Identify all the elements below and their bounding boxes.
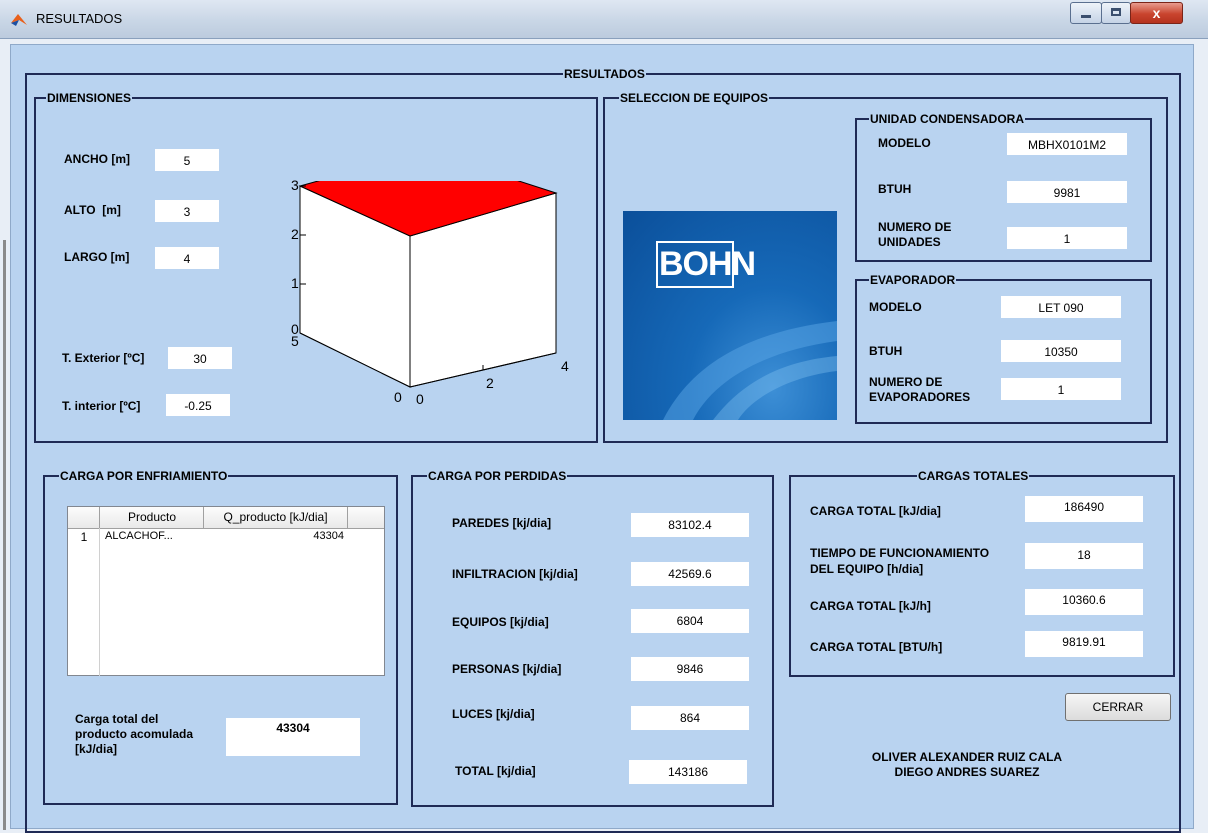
carga-perdidas-panel: CARGA POR PERDIDAS PAREDES [kj/dia] 8310… xyxy=(411,468,774,807)
y-tick-0: 0 xyxy=(416,391,424,407)
evap-num-label-2: EVAPORADORES xyxy=(869,390,971,404)
producto-table[interactable]: Producto Q_producto [kJ/dia] 1 ALCACHOF.… xyxy=(67,506,385,676)
total-producto-label-1: Carga total del xyxy=(75,712,159,726)
maximize-button[interactable] xyxy=(1101,2,1131,24)
luces-label: LUCES [kj/dia] xyxy=(452,707,535,721)
figure-canvas: RESULTADOS DIMENSIONES ANCHO [m] 5 ALTO … xyxy=(10,44,1194,833)
evap-modelo-label: MODELO xyxy=(869,300,922,314)
x-tick-0: 0 xyxy=(394,389,402,405)
close-button[interactable]: x xyxy=(1130,2,1183,24)
close-icon: x xyxy=(1152,5,1161,21)
paredes-field[interactable]: 83102.4 xyxy=(631,513,749,537)
z-tick-1: 1 xyxy=(291,275,299,291)
row-header-column xyxy=(68,528,100,676)
resultados-title: RESULTADOS xyxy=(563,66,646,82)
seleccion-equipos-panel: SELECCION DE EQUIPOS BOHN UNIDAD CONDENS… xyxy=(603,90,1168,443)
totales-title: CARGAS TOTALES xyxy=(917,468,1030,484)
tiempo-field[interactable]: 18 xyxy=(1025,543,1143,569)
infiltracion-field[interactable]: 42569.6 xyxy=(631,562,749,586)
total-perdidas-field[interactable]: 143186 xyxy=(629,760,747,784)
cond-modelo-field[interactable]: MBHX0101M2 xyxy=(1007,133,1127,155)
personas-field[interactable]: 9846 xyxy=(631,657,749,681)
luces-field[interactable]: 864 xyxy=(631,706,749,730)
window-titlebar: RESULTADOS x xyxy=(0,0,1208,39)
total-producto-label-3: [kJ/dia] xyxy=(75,742,118,756)
carga-kjh-field[interactable]: 10360.6 xyxy=(1025,589,1143,615)
cond-modelo-label: MODELO xyxy=(878,136,931,150)
evaporador-title: EVAPORADOR xyxy=(869,272,957,288)
y-tick-2: 2 xyxy=(486,375,494,391)
y-tick-4: 4 xyxy=(561,358,569,374)
bohn-logo: BOHN xyxy=(623,211,837,420)
table-corner-cell xyxy=(68,507,100,528)
minimize-button[interactable] xyxy=(1070,2,1102,24)
alto-label: ALTO [m] xyxy=(64,203,121,217)
total-perdidas-label: TOTAL [kj/dia] xyxy=(455,764,536,778)
cond-btuh-field[interactable]: 9981 xyxy=(1007,181,1127,203)
evap-modelo-field[interactable]: LET 090 xyxy=(1001,296,1121,318)
cell-q-producto: 43304 xyxy=(313,530,344,542)
window-title: RESULTADOS xyxy=(36,11,123,26)
table-row[interactable]: 1 ALCACHOF... 43304 xyxy=(68,529,348,547)
personas-label: PERSONAS [kj/dia] xyxy=(452,662,562,676)
matlab-icon xyxy=(11,14,27,26)
carga-btuh-field[interactable]: 9819.91 xyxy=(1025,631,1143,657)
equipos-field[interactable]: 6804 xyxy=(631,609,749,633)
seleccion-title: SELECCION DE EQUIPOS xyxy=(619,90,770,106)
minimize-icon xyxy=(1081,15,1091,18)
box-3d-plot xyxy=(298,181,558,388)
cerrar-button[interactable]: CERRAR xyxy=(1065,693,1171,721)
cond-num-label-2: UNIDADES xyxy=(878,235,941,249)
z-tick-2: 2 xyxy=(291,226,299,242)
column-divider xyxy=(347,507,348,528)
ancho-field[interactable]: 5 xyxy=(155,149,219,171)
equipos-label: EQUIPOS [kj/dia] xyxy=(452,615,549,629)
total-producto-label-2: producto acomulada xyxy=(75,727,194,741)
evap-num-label-1: NUMERO DE xyxy=(869,375,943,389)
ancho-label: ANCHO [m] xyxy=(64,152,130,166)
bohn-logo-text: BOHN xyxy=(659,245,756,283)
alto-field[interactable]: 3 xyxy=(155,200,219,222)
cell-producto: ALCACHOF... xyxy=(105,530,173,542)
paredes-label: PAREDES [kj/dia] xyxy=(452,516,552,530)
cond-btuh-label: BTUH xyxy=(878,182,912,196)
dimensiones-title: DIMENSIONES xyxy=(46,90,133,106)
carga-kjh-label: CARGA TOTAL [kJ/h] xyxy=(810,599,931,613)
carga-btuh-label: CARGA TOTAL [BTU/h] xyxy=(810,640,943,654)
column-header-q-producto[interactable]: Q_producto [kJ/dia] xyxy=(204,510,347,524)
cargas-totales-panel: CARGAS TOTALES CARGA TOTAL [kJ/dia] 1864… xyxy=(789,468,1175,677)
largo-label: LARGO [m] xyxy=(64,250,130,264)
tiempo-label-1: TIEMPO DE FUNCIONAMIENTO xyxy=(810,546,990,560)
perdidas-title: CARGA POR PERDIDAS xyxy=(427,468,568,484)
enfriamiento-title: CARGA POR ENFRIAMIENTO xyxy=(59,468,229,484)
cond-num-label-1: NUMERO DE xyxy=(878,220,952,234)
author-2: DIEGO ANDRES SUAREZ xyxy=(894,765,1040,779)
dimensiones-panel: DIMENSIONES ANCHO [m] 5 ALTO [m] 3 LARGO… xyxy=(34,90,598,443)
largo-field[interactable]: 4 xyxy=(155,247,219,269)
evap-btuh-label: BTUH xyxy=(869,344,903,358)
tiempo-label-2: DEL EQUIPO [h/dia] xyxy=(810,562,924,576)
carga-enfriamiento-panel: CARGA POR ENFRIAMIENTO Producto Q_produc… xyxy=(43,468,398,805)
texterior-label: T. Exterior [ºC] xyxy=(62,351,145,365)
infiltracion-label: INFILTRACION [kj/dia] xyxy=(452,567,578,581)
z-tick-3: 3 xyxy=(291,177,299,193)
left-edge xyxy=(3,240,6,830)
evaporador-panel: EVAPORADOR MODELO LET 090 BTUH 10350 NUM… xyxy=(855,272,1152,424)
tinterior-field[interactable]: -0.25 xyxy=(166,394,230,416)
evap-num-field[interactable]: 1 xyxy=(1001,378,1121,400)
cond-num-field[interactable]: 1 xyxy=(1007,227,1127,249)
texterior-field[interactable]: 30 xyxy=(168,347,232,369)
author-1: OLIVER ALEXANDER RUIZ CALA xyxy=(871,750,1063,764)
tinterior-label: T. interior [ºC] xyxy=(62,399,141,413)
column-header-producto[interactable]: Producto xyxy=(101,510,203,524)
x-tick-5: 5 xyxy=(291,333,299,349)
condensadora-title: UNIDAD CONDENSADORA xyxy=(869,111,1026,127)
total-producto-field[interactable]: 43304 xyxy=(226,718,360,756)
carga-kjdia-label: CARGA TOTAL [kJ/dia] xyxy=(810,504,941,518)
unidad-condensadora-panel: UNIDAD CONDENSADORA MODELO MBHX0101M2 BT… xyxy=(855,111,1152,262)
carga-kjdia-field[interactable]: 186490 xyxy=(1025,496,1143,522)
evap-btuh-field[interactable]: 10350 xyxy=(1001,340,1121,362)
maximize-icon xyxy=(1111,8,1121,16)
